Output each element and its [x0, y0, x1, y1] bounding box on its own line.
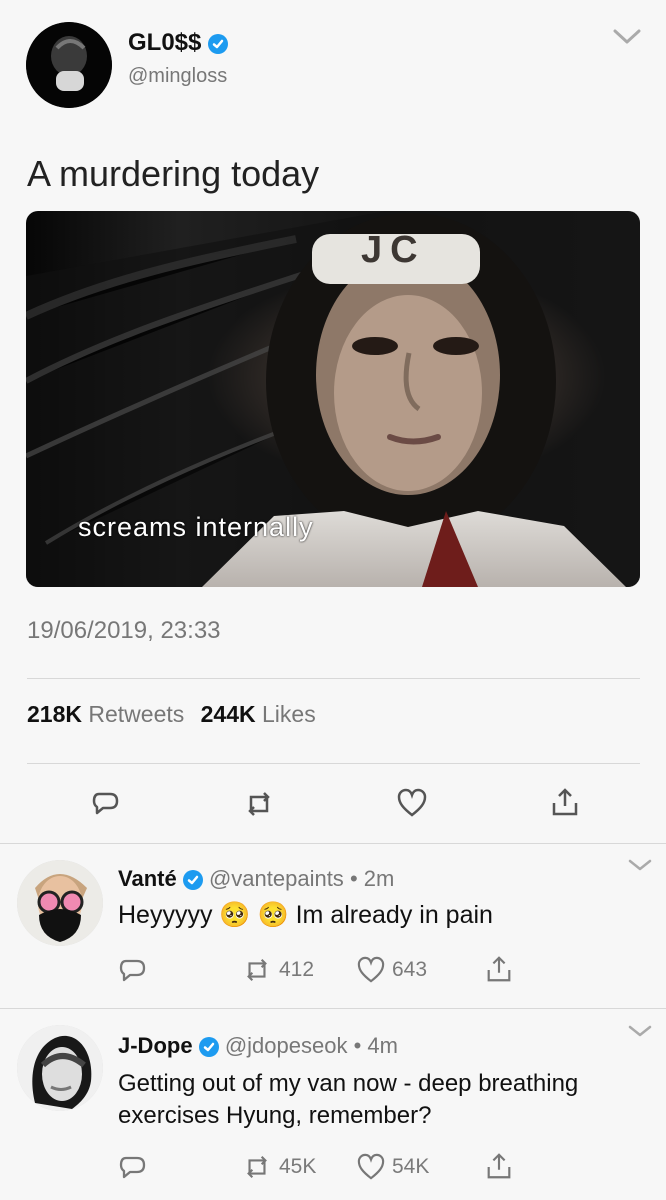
retweet-button[interactable]: [242, 789, 276, 819]
reply-icon: [119, 959, 146, 982]
retweet-count: 412: [279, 958, 315, 981]
reply-time: • 4m: [353, 1033, 398, 1058]
reply-avatar-image: [17, 1025, 103, 1111]
pleading-face-emoji: 🥺: [257, 901, 289, 929]
reply-display-name[interactable]: Vanté: [118, 866, 177, 891]
like-button[interactable]: [395, 787, 429, 819]
reply-text: Getting out of my van now - deep breathi…: [118, 1068, 648, 1132]
reply-avatar-image: [17, 860, 103, 946]
retweets-count[interactable]: 218K: [27, 701, 82, 727]
reply-menu-button[interactable]: [625, 855, 655, 875]
reply-menu-button[interactable]: [625, 1021, 655, 1041]
reply-button[interactable]: [118, 1153, 148, 1181]
user-handle[interactable]: @mingloss: [128, 65, 227, 88]
avatar-image: [26, 22, 112, 108]
avatar[interactable]: [26, 22, 112, 108]
tweet-timestamp[interactable]: 19/06/2019, 23:33: [27, 617, 221, 645]
display-name-text[interactable]: GL0$$: [128, 29, 201, 56]
reply-text-line: exercises Hyung, remember?: [118, 1102, 432, 1129]
share-button[interactable]: [484, 954, 514, 984]
retweet-button[interactable]: 45K: [241, 1153, 316, 1181]
verified-badge-icon: [198, 1037, 219, 1058]
reply-handle[interactable]: @vantepaints: [209, 866, 344, 891]
retweet-button[interactable]: 412: [241, 956, 314, 984]
reply-icon: [119, 1156, 146, 1179]
tweet-image[interactable]: JC screams internally: [26, 211, 640, 587]
share-icon: [487, 956, 511, 982]
heart-icon: [357, 956, 385, 983]
reply-text-line: Getting out of my van now - deep breathi…: [118, 1070, 579, 1097]
like-count: 643: [392, 958, 428, 981]
display-name[interactable]: GL0$$: [128, 29, 229, 57]
actions-divider: [27, 763, 640, 764]
reply-text: Heyyyyy 🥺 🥺 Im already in pain: [118, 901, 493, 930]
tweet-menu-button[interactable]: [610, 24, 644, 48]
reply-time: • 2m: [349, 866, 395, 891]
image-caption: screams internally: [78, 512, 314, 542]
reply-button[interactable]: [118, 956, 148, 984]
heart-icon: [357, 1153, 385, 1180]
likes-count[interactable]: 244K: [201, 701, 256, 727]
like-button[interactable]: 54K: [356, 1153, 429, 1181]
likes-label[interactable]: Likes: [262, 701, 316, 727]
reply-button[interactable]: [89, 788, 123, 818]
pleading-face-emoji: 🥺: [219, 901, 251, 929]
reply-text-part: Heyyyyy: [118, 901, 213, 929]
like-count: 54K: [392, 1155, 430, 1178]
reply-avatar[interactable]: [17, 860, 103, 946]
reply-avatar[interactable]: [17, 1025, 103, 1111]
verified-badge-icon: [208, 33, 229, 54]
chevron-down-icon: [613, 29, 641, 44]
tweet-divider: [27, 678, 640, 679]
reply-divider: [0, 1008, 666, 1009]
verified-badge-icon: [182, 870, 203, 891]
retweet-icon: [248, 792, 270, 816]
reply-actions: 45K 54K: [118, 1153, 538, 1185]
reply-display-name[interactable]: J-Dope: [118, 1033, 193, 1058]
chevron-down-icon: [628, 859, 652, 871]
retweet-icon: [247, 1155, 267, 1179]
share-icon: [552, 788, 578, 816]
chevron-down-icon: [628, 1025, 652, 1037]
reply-header: Vanté @vantepaints • 2m: [118, 866, 394, 892]
retweets-label[interactable]: Retweets: [88, 701, 184, 727]
reply-header: J-Dope @jdopeseok • 4m: [118, 1033, 398, 1059]
heart-icon: [397, 788, 427, 817]
share-button[interactable]: [484, 1151, 514, 1181]
share-button[interactable]: [548, 785, 582, 819]
image-headband-text: JC: [361, 229, 426, 271]
reply-handle[interactable]: @jdopeseok: [225, 1033, 348, 1058]
reply-actions: 412 643: [118, 956, 538, 988]
reply-divider-top: [0, 843, 666, 844]
reply-text-part: Im already in pain: [295, 901, 493, 929]
retweet-count: 45K: [279, 1155, 317, 1178]
share-icon: [487, 1153, 511, 1179]
reply-icon: [92, 792, 119, 815]
tweet-text: A murdering today: [27, 153, 320, 194]
retweet-icon: [247, 958, 267, 982]
like-button[interactable]: 643: [356, 956, 427, 984]
engagement-stats: 218K Retweets 244K Likes: [27, 701, 316, 728]
